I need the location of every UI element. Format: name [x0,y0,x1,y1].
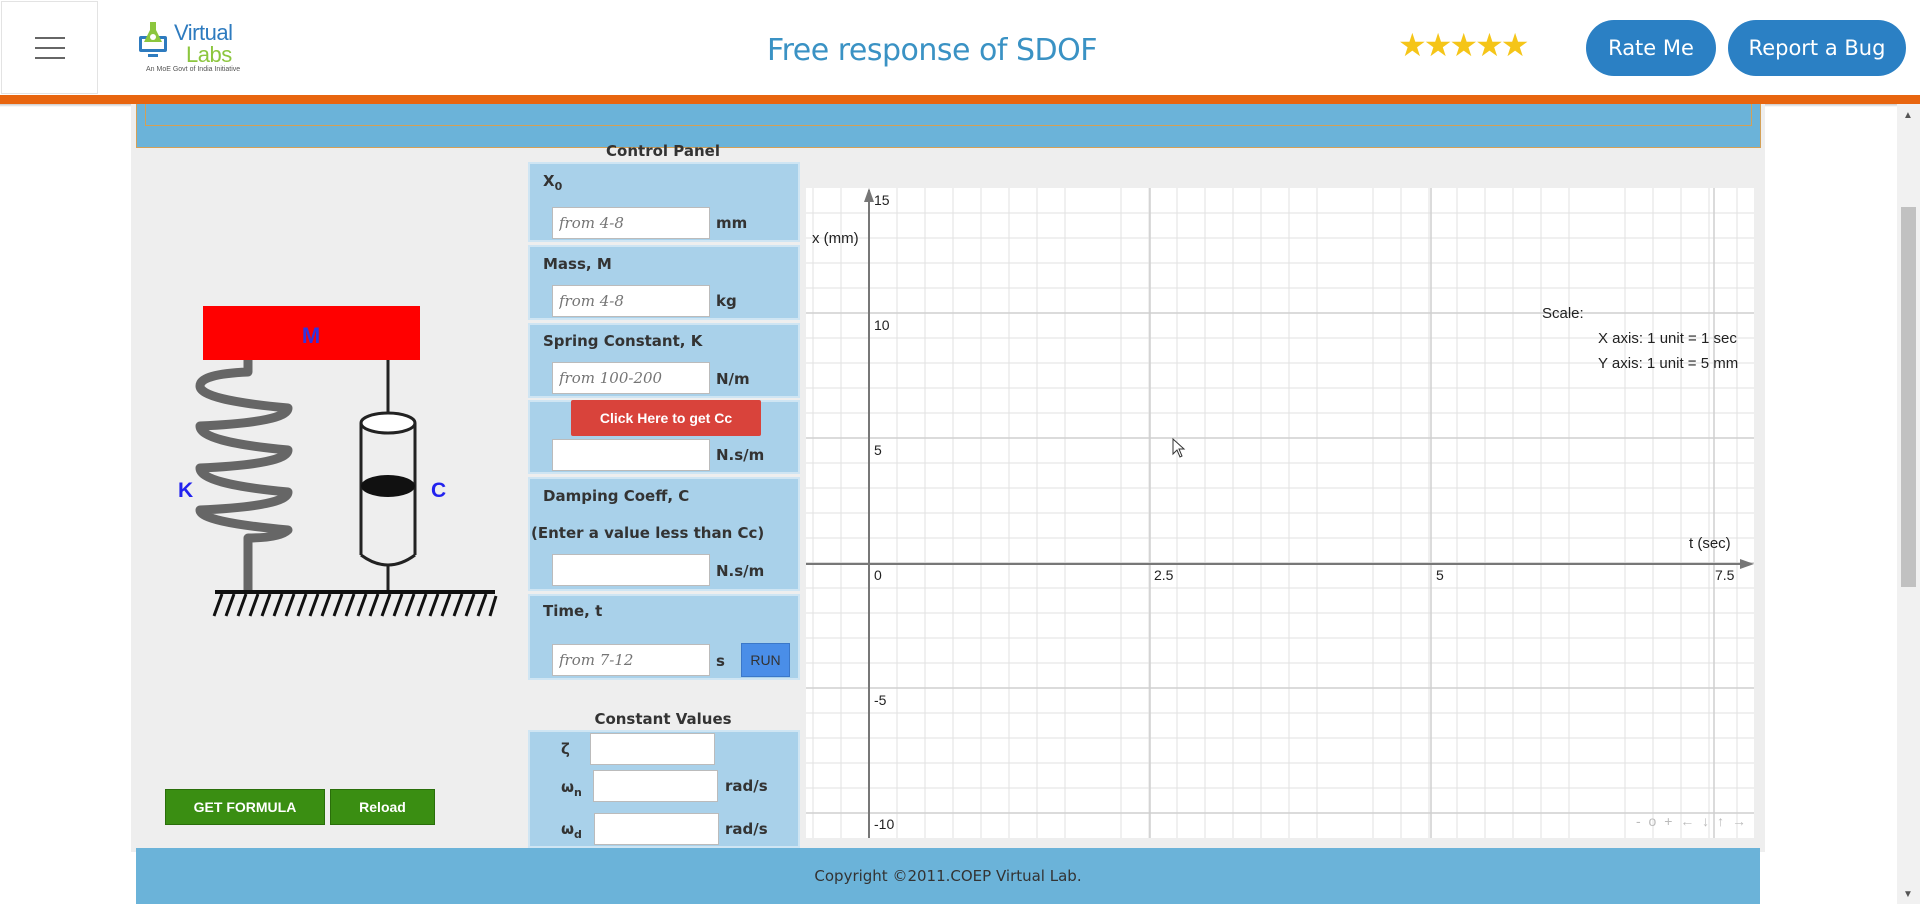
constant-values-title: Constant Values [594,710,732,728]
report-bug-button[interactable]: Report a Bug [1728,20,1906,76]
response-graph[interactable]: 15 10 5 -5 -10 0 2.5 5 7.5 x (mm) t (sec… [806,188,1754,838]
spring-input[interactable] [552,362,710,394]
mass-label: Mass, M [543,255,612,273]
logo-text-labs: Labs [186,42,232,67]
graph-navigation-controls[interactable]: - o + ← ↓ ↑ → [1636,813,1748,829]
damper-piston [361,475,415,497]
zeta-output[interactable] [590,733,715,765]
x-axis-label: t (sec) [1689,535,1731,552]
control-panel-title: Control Panel [606,142,720,160]
scale-y-text: Y axis: 1 unit = 5 mm [1598,355,1739,372]
y-tick-neg10: -10 [874,816,895,832]
get-formula-button[interactable]: GET FORMULA [165,789,325,825]
damping-unit: N.s/m [716,562,765,580]
x0-input[interactable] [552,207,710,239]
spring-mass-damper-diagram: M K C [178,306,498,617]
graph-canvas [806,188,1754,838]
header-divider [0,95,1920,104]
time-label: Time, t [543,602,603,620]
mass-input[interactable] [552,285,710,317]
wd-symbol: ωd [561,820,582,841]
spring-label: K [178,479,193,502]
run-button[interactable]: RUN [741,643,790,677]
logo-subtitle: An MoE Govt of India Initiative [146,66,241,73]
top-header: Virtual Labs An MoE Govt of India Initia… [0,0,1920,95]
mouse-cursor-icon [1172,438,1186,458]
get-cc-button[interactable]: Click Here to get Cc [571,400,761,436]
mass-label: M [302,323,320,348]
x-tick-5: 5 [1436,567,1444,583]
y-axis-label: x (mm) [812,230,859,247]
damper-label: C [431,479,446,502]
x0-unit: mm [716,214,748,232]
mass-unit: kg [716,292,737,310]
time-input[interactable] [552,644,710,676]
footer: Copyright ©2011.COEP Virtual Lab. [136,848,1760,904]
rating-stars[interactable]: ★★★★★ [1398,26,1529,64]
scroll-down-icon[interactable]: ▼ [1903,889,1913,900]
x-tick-7-5: 7.5 [1715,567,1735,583]
y-tick-neg5: -5 [874,692,887,708]
wn-output[interactable] [593,770,718,802]
x-tick-2-5: 2.5 [1154,567,1174,583]
wn-unit: rad/s [725,777,768,795]
scale-title: Scale: [1542,305,1584,322]
scroll-up-icon[interactable]: ▲ [1903,110,1913,121]
virtual-labs-logo[interactable]: Virtual Labs An MoE Govt of India Initia… [138,16,248,78]
page-scrollbar[interactable]: ▲ ▼ [1897,104,1920,904]
scale-x-text: X axis: 1 unit = 1 sec [1598,330,1737,347]
x-tick-0: 0 [874,567,882,583]
spring-label: Spring Constant, K [543,332,703,350]
top-blue-strip [136,104,1761,148]
wd-output[interactable] [594,813,719,845]
rate-me-button[interactable]: Rate Me [1586,20,1716,76]
cc-output[interactable] [552,439,710,471]
zeta-symbol: ζ [561,740,570,758]
damping-input[interactable] [552,554,710,586]
copyright-text: Copyright ©2011.COEP Virtual Lab. [814,867,1082,885]
spring-coil [195,360,293,590]
wd-unit: rad/s [725,820,768,838]
page-title: Free response of SDOF [767,33,1097,68]
cc-unit: N.s/m [716,446,765,464]
y-tick-10: 10 [874,317,890,333]
x0-label: X0 [543,172,563,193]
page: Virtual Labs An MoE Govt of India Initia… [0,0,1920,904]
spring-unit: N/m [716,370,750,388]
scrollbar-thumb[interactable] [1901,207,1916,587]
menu-icon[interactable] [1,1,98,94]
flask-icon [139,22,167,57]
damping-note: (Enter a value less than Cc) [531,524,765,542]
minor-grid [806,188,1754,838]
y-tick-5: 5 [874,442,882,458]
time-unit: s [716,652,725,670]
wn-symbol: ωn [561,778,582,799]
damping-label: Damping Coeff, C [543,487,690,505]
y-tick-15: 15 [874,192,890,208]
reload-button[interactable]: Reload [330,789,435,825]
